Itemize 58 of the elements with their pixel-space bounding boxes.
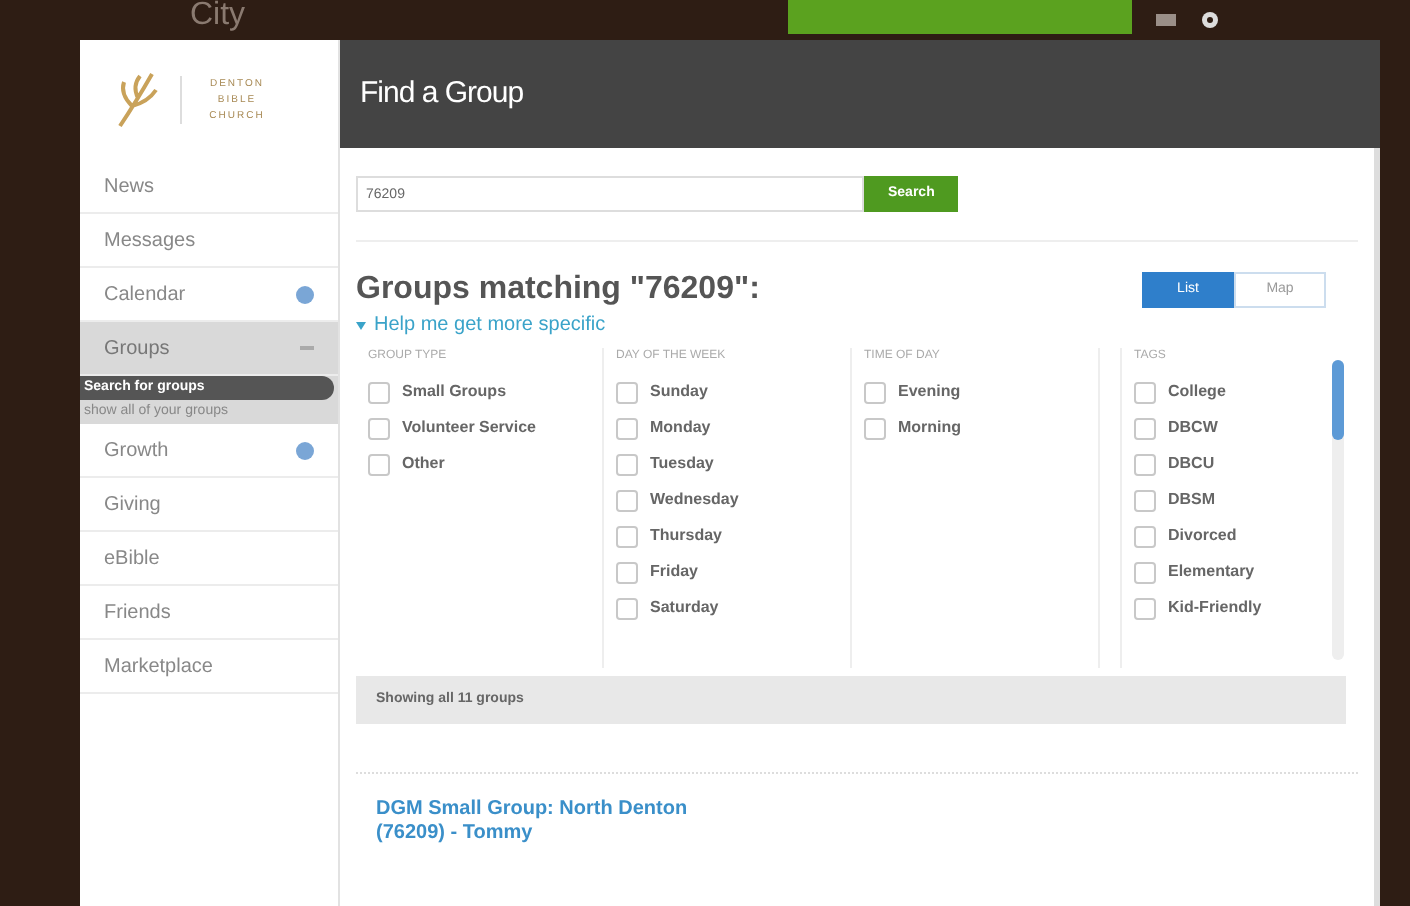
promo-banner[interactable] — [788, 0, 1132, 34]
checkbox[interactable] — [864, 381, 886, 403]
checkbox-label: Morning — [898, 416, 962, 440]
checkbox[interactable] — [616, 597, 638, 619]
scrollbar[interactable] — [1332, 360, 1344, 660]
checkbox-label: Friday — [650, 560, 699, 584]
checkbox-label: Evening — [898, 380, 961, 404]
checkbox[interactable] — [1134, 489, 1156, 511]
checkbox-label: DBCU — [1168, 452, 1215, 476]
filter-link[interactable]: Help me get more specific — [374, 310, 606, 340]
checkbox[interactable] — [616, 417, 638, 439]
results-heading: Groups matching "76209": — [356, 270, 760, 310]
checkbox[interactable] — [368, 381, 390, 403]
sidebar-item[interactable]: Marketplace — [80, 640, 338, 694]
sidebar-item[interactable]: Messages — [80, 214, 338, 268]
caret-icon — [356, 321, 366, 329]
checkbox[interactable] — [1134, 561, 1156, 583]
checkbox-label: Other — [402, 452, 445, 476]
page-title: Find a Group — [360, 73, 524, 114]
checkbox[interactable] — [616, 525, 638, 547]
checkbox-label: Monday — [650, 416, 711, 440]
sidebar-item[interactable]: eBible — [80, 532, 338, 586]
sidebar-item[interactable]: Groups — [80, 322, 338, 376]
checkbox-label: DBCW — [1168, 416, 1218, 440]
checkbox-label: DBSM — [1168, 488, 1216, 512]
checkbox-label: Divorced — [1168, 524, 1237, 548]
checkbox-label: Volunteer Service — [402, 416, 536, 440]
checkbox[interactable] — [1134, 453, 1156, 475]
checkbox-label: Small Groups — [402, 380, 507, 404]
checkbox[interactable] — [1134, 525, 1156, 547]
checkbox-label: Elementary — [1168, 560, 1255, 584]
checkbox[interactable] — [616, 453, 638, 475]
checkbox[interactable] — [616, 381, 638, 403]
checkbox[interactable] — [368, 417, 390, 439]
checkbox-label: Wednesday — [650, 488, 739, 512]
menu-icon[interactable] — [1156, 14, 1176, 26]
checkbox-label: Thursday — [650, 524, 723, 548]
checkbox-label: Kid-Friendly — [1168, 596, 1262, 620]
checkbox-label: Tuesday — [650, 452, 714, 476]
checkbox[interactable] — [1134, 417, 1156, 439]
checkbox[interactable] — [616, 561, 638, 583]
checkbox-label: Sunday — [650, 380, 708, 404]
checkbox[interactable] — [368, 453, 390, 475]
settings-icon[interactable] — [1200, 10, 1220, 30]
site-logo[interactable]: City — [190, 0, 246, 32]
checkbox[interactable] — [864, 417, 886, 439]
sidebar-item[interactable]: Growth — [80, 424, 338, 478]
sidebar-item[interactable]: Giving — [80, 478, 338, 532]
checkbox-label: College — [1168, 380, 1226, 404]
checkbox-label: Saturday — [650, 596, 719, 620]
sidebar-item[interactable]: News — [80, 160, 338, 214]
checkbox[interactable] — [1134, 597, 1156, 619]
badge-icon — [296, 285, 314, 303]
checkbox[interactable] — [1134, 381, 1156, 403]
badge-icon — [296, 441, 314, 459]
sidebar-item[interactable]: Friends — [80, 586, 338, 640]
checkbox[interactable] — [616, 489, 638, 511]
group-title-link[interactable]: DGM Small Group: North Denton (76209) - Tommy — [376, 798, 696, 846]
